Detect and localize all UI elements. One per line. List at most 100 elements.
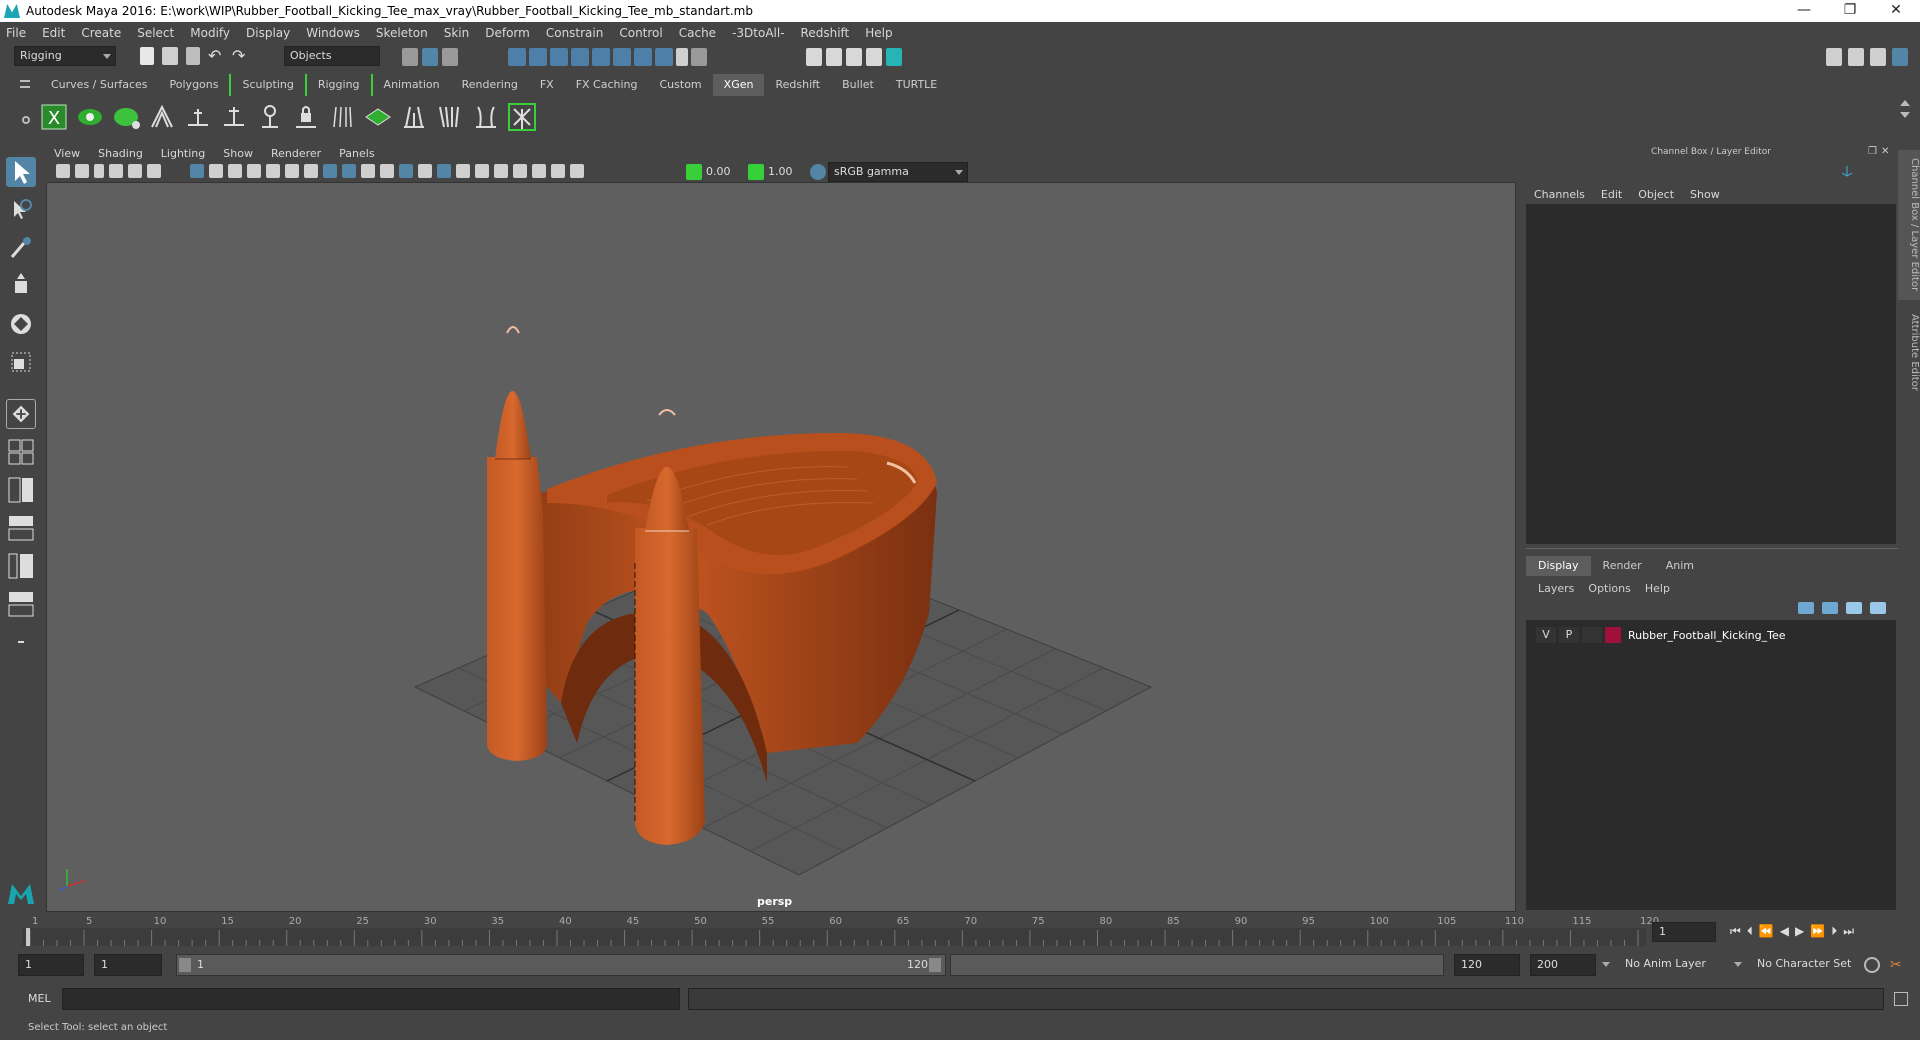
xgen-preview-icon[interactable]: [76, 103, 104, 131]
tab-custom[interactable]: Custom: [649, 74, 713, 96]
menu-windows[interactable]: Windows: [306, 26, 360, 40]
xray-icon[interactable]: [532, 164, 546, 178]
minimize-button[interactable]: —: [1784, 0, 1824, 22]
add-guide-icon[interactable]: [184, 103, 212, 131]
xgen-guides-icon[interactable]: [148, 103, 176, 131]
playback-start-field[interactable]: 1: [94, 954, 162, 976]
menu-select[interactable]: Select: [137, 26, 174, 40]
menu-control[interactable]: Control: [619, 26, 662, 40]
save-scene-icon[interactable]: [186, 47, 200, 65]
shelf-menu-icon[interactable]: [20, 80, 30, 88]
tab-xgen[interactable]: XGen: [712, 74, 765, 96]
range-start-handle[interactable]: [179, 958, 191, 972]
last-tool-icon[interactable]: [6, 399, 36, 429]
menu-cache[interactable]: Cache: [679, 26, 716, 40]
render-settings-icon[interactable]: [866, 48, 882, 66]
field-chart-icon[interactable]: [266, 164, 280, 178]
menu-deform[interactable]: Deform: [485, 26, 530, 40]
tool-settings-icon[interactable]: [1870, 48, 1886, 66]
tab-fx[interactable]: FX: [529, 74, 565, 96]
menu-edit[interactable]: Edit: [42, 26, 65, 40]
play-backwards-icon[interactable]: ◀: [1780, 924, 1789, 938]
channel-box-icon[interactable]: [1892, 48, 1908, 66]
xgen-icon[interactable]: X: [40, 103, 68, 131]
range-slider-track[interactable]: [950, 954, 1444, 976]
color-space-dropdown[interactable]: sRGB gamma: [828, 162, 968, 182]
new-layer-icon[interactable]: [1846, 602, 1862, 614]
layout-four-icon[interactable]: [6, 475, 36, 505]
move-tool-icon[interactable]: [6, 271, 36, 301]
step-forward-frame-icon[interactable]: ⏵: [1831, 924, 1837, 939]
lasso-tool-icon[interactable]: [6, 195, 36, 225]
close-button[interactable]: ✕: [1876, 0, 1916, 22]
snap-view-plane-icon[interactable]: [592, 48, 610, 66]
viewport-menu-renderer[interactable]: Renderer: [271, 147, 321, 160]
camera-select-icon[interactable]: [56, 164, 70, 178]
layout-graph-icon[interactable]: [6, 551, 36, 581]
snap-curve-icon[interactable]: [529, 48, 547, 66]
shelf-settings-icon[interactable]: [22, 116, 30, 124]
auto-key-icon[interactable]: [1864, 957, 1880, 973]
chevron-down-icon[interactable]: [1602, 962, 1610, 967]
menu-redshift[interactable]: Redshift: [801, 26, 850, 40]
tab-display[interactable]: Display: [1526, 556, 1591, 576]
snap-grid-icon[interactable]: [508, 48, 526, 66]
side-tab-channel-box[interactable]: Channel Box / Layer Editor: [1898, 150, 1920, 300]
tab-rendering[interactable]: Rendering: [451, 74, 529, 96]
go-to-start-icon[interactable]: ⏮: [1730, 924, 1741, 939]
anti-aliasing-icon[interactable]: [475, 164, 489, 178]
guide-sculpt-icon[interactable]: [364, 103, 392, 131]
modeling-toolkit-icon[interactable]: [1826, 48, 1842, 66]
step-forward-key-icon[interactable]: ⏩: [1810, 924, 1825, 938]
channel-box-area[interactable]: [1526, 204, 1896, 544]
start-time-field[interactable]: 1: [18, 954, 84, 976]
command-input[interactable]: [62, 988, 680, 1010]
tab-render[interactable]: Render: [1591, 556, 1654, 576]
menuset-dropdown[interactable]: Rigging: [14, 46, 116, 66]
selection-mode-dropdown[interactable]: Objects: [284, 46, 380, 66]
menu-constrain[interactable]: Constrain: [546, 26, 604, 40]
viewport-menu-view[interactable]: View: [54, 147, 80, 160]
use-all-lights-icon[interactable]: [399, 164, 413, 178]
chevron-down-icon[interactable]: [1900, 112, 1910, 118]
side-tab-attribute-editor[interactable]: Attribute Editor: [1898, 306, 1920, 406]
smooth-shade-icon[interactable]: [342, 164, 356, 178]
select-object-icon[interactable]: [422, 48, 438, 66]
open-scene-icon[interactable]: [162, 47, 178, 65]
range-slider[interactable]: 1 120: [176, 954, 946, 976]
move-layer-up-icon[interactable]: [1798, 602, 1814, 614]
close-panel-icon[interactable]: ✕: [1881, 146, 1889, 158]
layout-single-icon[interactable]: [6, 437, 36, 467]
new-scene-icon[interactable]: [140, 47, 154, 65]
safe-action-icon[interactable]: [285, 164, 299, 178]
snap-ui-icon[interactable]: [634, 48, 652, 66]
layer-row[interactable]: V P Rubber_Football_Kicking_Tee: [1536, 626, 1886, 644]
channel-menu-show[interactable]: Show: [1690, 188, 1720, 201]
restore-button[interactable]: ❐: [1830, 0, 1870, 22]
toolbox-more-icon[interactable]: [6, 627, 36, 657]
chevron-down-icon[interactable]: [1734, 962, 1742, 967]
step-back-key-icon[interactable]: ⏪: [1759, 924, 1774, 938]
snap-projected-icon[interactable]: [571, 48, 589, 66]
time-slider[interactable]: 1 5 10 15 20 25 30 35 40 45 50 55 60 65 …: [22, 916, 1659, 946]
isolate-select-icon[interactable]: [513, 164, 527, 178]
select-hierarchy-icon[interactable]: [402, 48, 418, 66]
rotate-tool-icon[interactable]: [6, 309, 36, 339]
menu-display[interactable]: Display: [246, 26, 290, 40]
motion-blur-icon[interactable]: [456, 164, 470, 178]
gamma-toggle-icon[interactable]: [748, 164, 764, 180]
viewport-menu-lighting[interactable]: Lighting: [161, 147, 205, 160]
redo-icon[interactable]: ↷: [232, 46, 245, 65]
paint-select-tool-icon[interactable]: [6, 233, 36, 263]
wireframe-on-shaded-icon[interactable]: [361, 164, 375, 178]
layout-hypershade-icon[interactable]: [6, 589, 36, 619]
scale-tool-icon[interactable]: [6, 347, 36, 377]
chevron-up-icon[interactable]: [1900, 100, 1910, 106]
playback-end-field[interactable]: 120: [1454, 954, 1520, 976]
tab-turtle[interactable]: TURTLE: [885, 74, 948, 96]
guide-rebuild-icon[interactable]: [328, 103, 356, 131]
layer-name[interactable]: Rubber_Football_Kicking_Tee: [1628, 629, 1786, 642]
menu-create[interactable]: Create: [81, 26, 121, 40]
layer-playback-toggle[interactable]: P: [1559, 627, 1579, 643]
textured-icon[interactable]: [380, 164, 394, 178]
